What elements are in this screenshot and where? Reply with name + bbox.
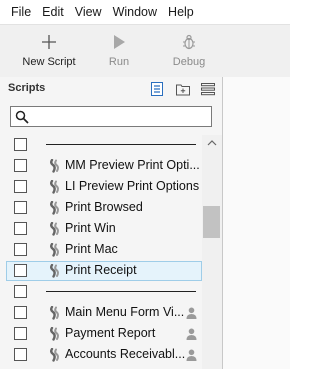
script-label: LI Preview Print Options [65,179,200,193]
run-button[interactable]: Run [86,30,152,74]
run-label: Run [108,56,130,68]
script-row[interactable]: Print Mac [6,240,202,260]
panel-title: Scripts [8,82,46,94]
row-checkbox[interactable] [14,222,27,235]
search-input[interactable] [35,108,209,127]
menu-view[interactable]: View [71,0,106,24]
menu-window[interactable]: Window [109,0,161,24]
script-row[interactable]: Accounts Receivabl... [6,345,202,365]
row-checkbox[interactable] [14,180,27,193]
menu-icon[interactable] [201,82,215,96]
row-checkbox[interactable] [14,264,27,277]
row-checkbox[interactable] [14,348,27,361]
row-checkbox[interactable] [14,201,27,214]
script-row[interactable]: Print Receipt [6,261,202,281]
menu-edit[interactable]: Edit [38,0,68,24]
separator-line [46,291,196,292]
row-checkbox[interactable] [14,306,27,319]
script-row[interactable]: Print Browsed [6,198,202,218]
script-row[interactable]: Print Win [6,219,202,239]
script-label: Print Browsed [65,200,143,214]
toolbar: New Script Run Debug [0,24,290,78]
row-checkbox[interactable] [14,159,27,172]
scripts-panel: Scripts MM Preview Print Opti... LI Prev… [0,77,223,369]
scroll-up-arrow[interactable] [202,139,222,151]
user-icon [186,306,197,324]
scroll-thumb[interactable] [203,206,220,238]
menu-file[interactable]: File [7,0,35,24]
script-icon [48,305,61,325]
script-label: Print Win [65,221,116,235]
menu-help[interactable]: Help [164,0,198,24]
plus-icon [16,30,82,54]
script-icon [48,326,61,346]
script-label: Print Mac [65,242,118,256]
script-icon [48,347,61,367]
row-checkbox[interactable] [14,327,27,340]
script-list: MM Preview Print Opti... LI Preview Print… [0,135,222,369]
script-icon [48,158,61,178]
script-icon [48,242,61,262]
script-label: Main Menu Form Vi... [65,305,185,319]
script-icon [48,221,61,241]
script-label: Print Receipt [65,263,137,277]
debug-label: Debug [172,56,206,68]
script-label: MM Preview Print Opti... [65,158,200,172]
script-icon [48,263,61,283]
script-row[interactable]: Main Menu Form Vi... [6,303,202,323]
row-checkbox[interactable] [14,243,27,256]
content-area [223,77,290,369]
new-script-label: New Script [22,56,76,68]
user-icon [186,327,197,345]
scrollbar[interactable] [202,135,222,369]
row-checkbox[interactable] [14,138,27,151]
script-row[interactable]: Payment Report [6,324,202,344]
separator-row[interactable] [6,282,202,302]
script-icon [48,200,61,220]
script-label: Payment Report [65,326,156,340]
bug-icon [156,30,222,54]
new-script-button[interactable]: New Script [16,30,82,74]
script-icon [48,179,61,199]
separator-line [46,144,196,145]
menu-bar: File Edit View Window Help [0,0,290,24]
row-checkbox[interactable] [14,285,27,298]
panel-header: Scripts [0,77,222,101]
search-box[interactable] [10,106,212,127]
separator-row[interactable] [6,135,202,155]
new-folder-icon[interactable] [176,82,190,96]
script-row[interactable]: LI Preview Print Options [6,177,202,197]
script-label: Accounts Receivabl... [65,347,186,361]
debug-button[interactable]: Debug [156,30,222,74]
search-icon [15,110,29,129]
document-list-icon[interactable] [150,82,164,96]
play-icon [86,30,152,54]
script-row[interactable]: MM Preview Print Opti... [6,156,202,176]
user-icon [186,348,197,366]
